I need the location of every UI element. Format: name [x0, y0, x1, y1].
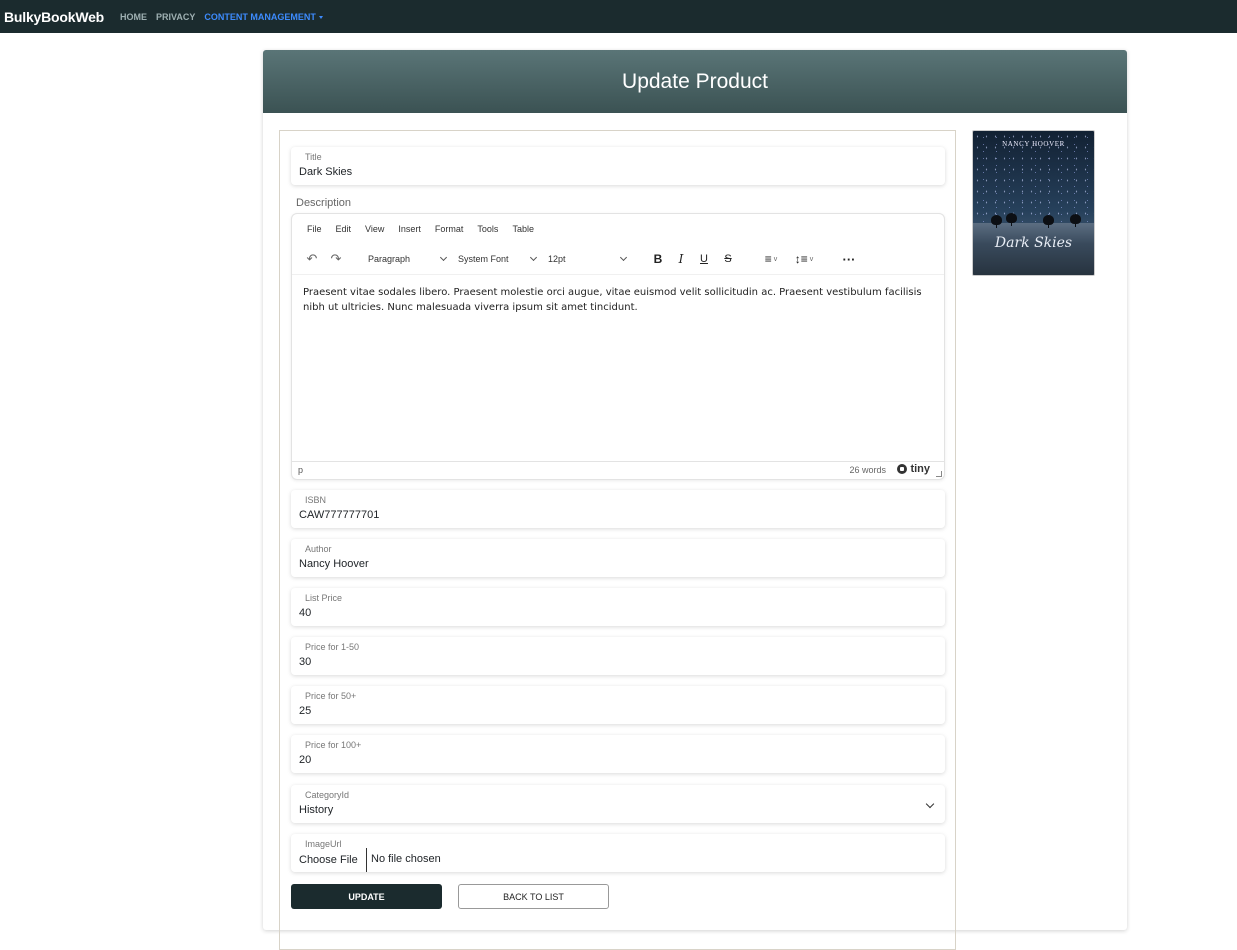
back-to-list-button[interactable]: BACK TO LIST	[458, 884, 609, 909]
product-form: Title Dark Skies Description File Edit V…	[279, 130, 956, 950]
menu-tools[interactable]: Tools	[477, 224, 498, 234]
price-1-50-label: Price for 1-50	[305, 642, 360, 652]
redo-icon[interactable]: ↷	[328, 248, 344, 270]
list-price-input[interactable]: 40	[299, 607, 311, 619]
price-1-50-field[interactable]: Price for 1-50 30	[291, 637, 945, 675]
price-50-field[interactable]: Price for 50+ 25	[291, 686, 945, 724]
title-field[interactable]: Title Dark Skies	[291, 147, 945, 185]
category-value: History	[299, 804, 334, 816]
line-height-icon[interactable]: ↕≡ v	[790, 248, 818, 270]
description-editor: File Edit View Insert Format Tools Table…	[291, 213, 945, 480]
font-size-value: 12pt	[548, 254, 566, 264]
underline-icon[interactable]: U	[696, 248, 712, 270]
cover-tree	[991, 215, 1002, 228]
product-card: Update Product Title Dark Skies Descript…	[263, 50, 1127, 950]
update-button[interactable]: UPDATE	[291, 884, 442, 909]
tiny-brand-text: tiny	[910, 463, 930, 475]
align-left-icon[interactable]: ≡ v	[758, 248, 784, 270]
cover-tree	[1070, 214, 1081, 227]
font-size-select[interactable]: 12pt	[544, 250, 630, 268]
category-select[interactable]: CategoryId History	[291, 785, 945, 823]
chevron-down-icon	[439, 253, 448, 262]
description-label: Description	[296, 197, 352, 209]
bold-icon[interactable]: B	[650, 248, 666, 270]
nav-home-link[interactable]: HOME	[120, 12, 147, 22]
chevron-down-icon	[619, 253, 628, 262]
brand-link[interactable]: BulkyBookWeb	[4, 9, 104, 25]
menu-insert[interactable]: Insert	[398, 224, 421, 234]
isbn-label: ISBN	[305, 495, 327, 505]
more-options-icon[interactable]: ···	[840, 248, 858, 270]
list-price-field[interactable]: List Price 40	[291, 588, 945, 626]
price-100-label: Price for 100+	[305, 740, 362, 750]
cover-tree	[1006, 213, 1017, 226]
title-label: Title	[305, 152, 322, 162]
menu-file[interactable]: File	[307, 224, 322, 234]
nav-content-management-dropdown[interactable]: CONTENT MANAGEMENT	[204, 12, 323, 22]
undo-icon[interactable]: ↶	[304, 248, 320, 270]
card-header: Update Product	[263, 50, 1127, 113]
title-input[interactable]: Dark Skies	[299, 166, 352, 178]
menu-view[interactable]: View	[365, 224, 384, 234]
isbn-input[interactable]: CAW777777701	[299, 509, 379, 521]
page-title: Update Product	[622, 69, 768, 93]
list-price-label: List Price	[305, 593, 343, 603]
font-family-value: System Font	[458, 254, 509, 264]
nav-content-management-label: CONTENT MANAGEMENT	[204, 11, 316, 22]
price-100-input[interactable]: 20	[299, 754, 311, 766]
chevron-down-icon	[925, 799, 935, 809]
editor-statusbar: p 26 words tiny	[292, 461, 944, 479]
menu-edit[interactable]: Edit	[336, 224, 352, 234]
word-count[interactable]: 26 words	[849, 465, 886, 475]
price-100-field[interactable]: Price for 100+ 20	[291, 735, 945, 773]
chevron-down-icon	[529, 253, 538, 262]
cover-title-text: Dark Skies	[994, 235, 1073, 251]
menu-format[interactable]: Format	[435, 224, 464, 234]
block-format-value: Paragraph	[368, 254, 411, 264]
file-status-text: No file chosen	[371, 853, 441, 865]
navbar: BulkyBookWeb HOME PRIVACY CONTENT MANAGE…	[0, 0, 1237, 33]
italic-icon[interactable]: I	[673, 248, 689, 270]
font-family-select[interactable]: System Font	[454, 250, 540, 268]
description-content: Praesent vitae sodales libero. Praesent …	[303, 287, 922, 313]
choose-file-button[interactable]: Choose File	[299, 848, 367, 872]
caret-down-icon	[318, 15, 323, 19]
menu-table[interactable]: Table	[512, 224, 534, 234]
author-input[interactable]: Nancy Hoover	[299, 558, 369, 570]
tiny-logo[interactable]: tiny	[897, 463, 930, 475]
price-50-label: Price for 50+	[305, 691, 357, 701]
cover-author-text: NANCY HOOVER	[1002, 140, 1065, 148]
resize-handle-icon[interactable]	[936, 471, 942, 477]
editor-content-area[interactable]: Praesent vitae sodales libero. Praesent …	[292, 274, 944, 462]
image-url-field: ImageUrl Choose File No file chosen	[291, 834, 945, 872]
product-cover-image: NANCY HOOVER Dark Skies	[972, 130, 1095, 276]
tiny-logo-icon	[897, 464, 908, 474]
editor-toolbar: ↶ ↷ Paragraph System Font 12pt B I U S ≡…	[292, 248, 944, 270]
cover-tree	[1043, 215, 1054, 228]
editor-menubar: File Edit View Insert Format Tools Table	[300, 224, 541, 234]
author-field[interactable]: Author Nancy Hoover	[291, 539, 945, 577]
isbn-field[interactable]: ISBN CAW777777701	[291, 490, 945, 528]
strikethrough-icon[interactable]: S	[720, 248, 736, 270]
price-1-50-input[interactable]: 30	[299, 656, 311, 668]
category-label: CategoryId	[305, 790, 350, 800]
author-label: Author	[305, 544, 332, 554]
price-50-input[interactable]: 25	[299, 705, 311, 717]
nav-privacy-link[interactable]: PRIVACY	[156, 12, 195, 22]
element-path[interactable]: p	[298, 465, 303, 475]
block-format-select[interactable]: Paragraph	[364, 250, 450, 268]
